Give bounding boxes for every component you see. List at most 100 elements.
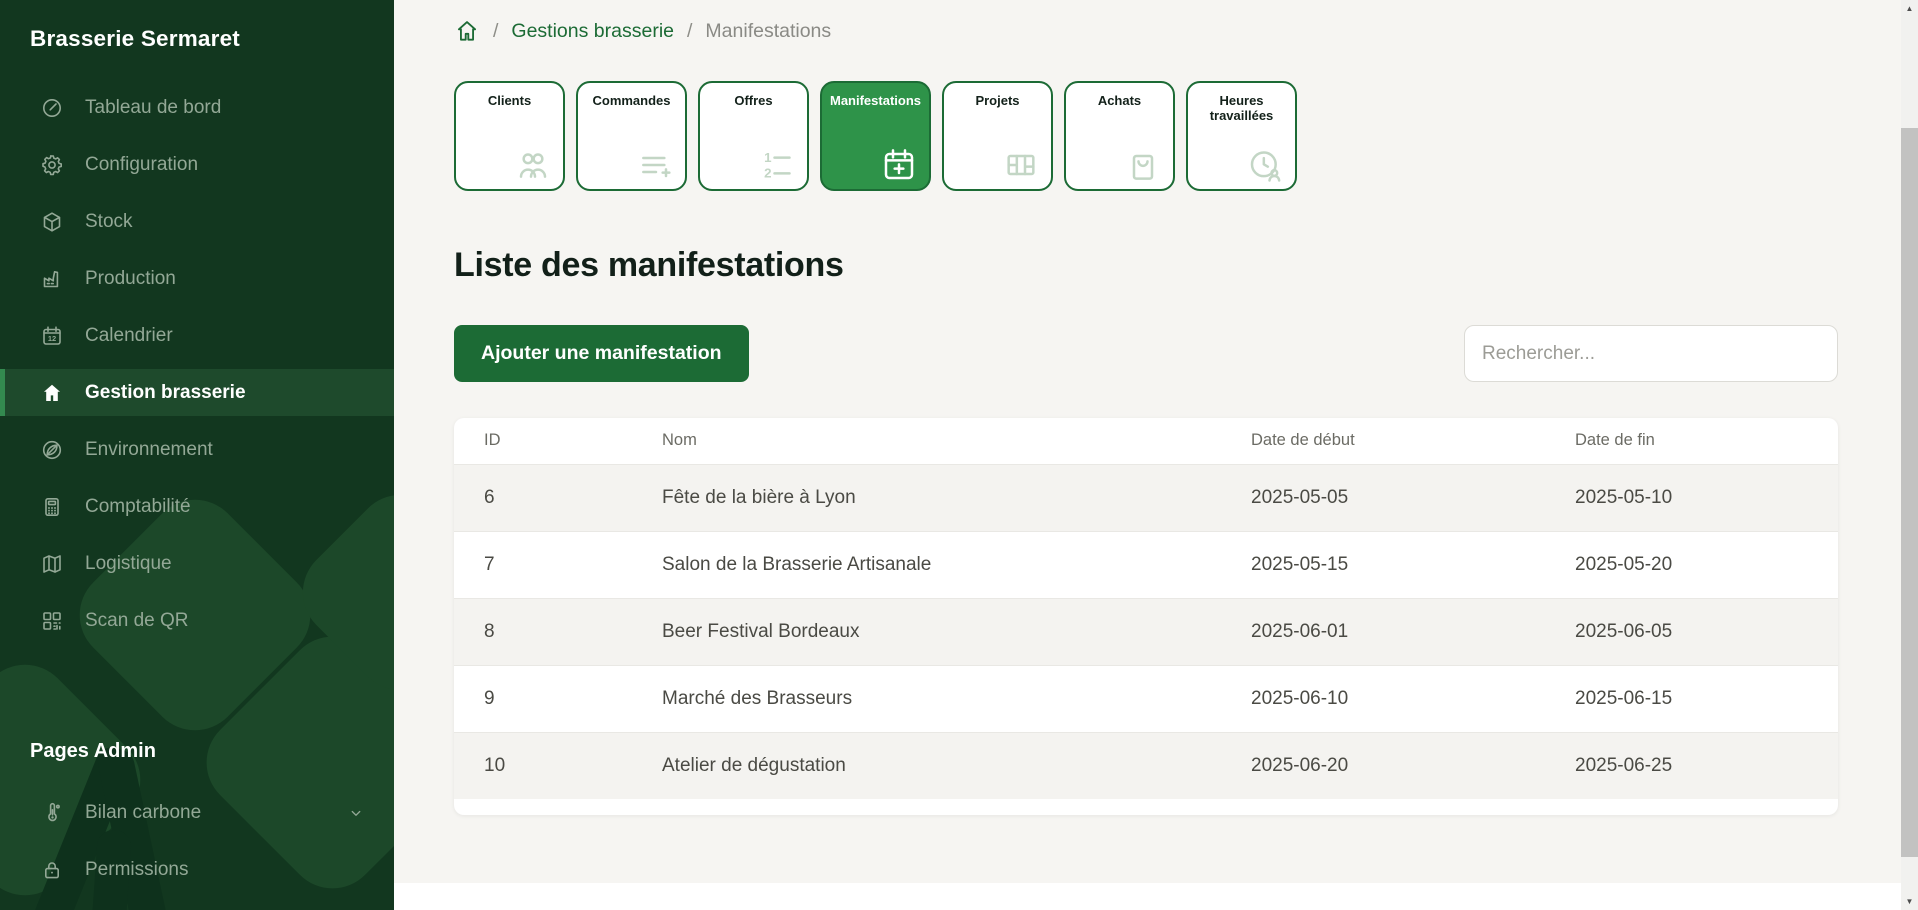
sidebar-item-label: Calendrier — [85, 325, 173, 347]
tab-projets[interactable]: Projets — [942, 81, 1053, 191]
sidebar-item-scan-de-qr[interactable]: Scan de QR — [0, 597, 394, 644]
table-row[interactable]: 7Salon de la Brasserie Artisanale2025-05… — [454, 531, 1838, 598]
calculator-icon — [40, 495, 64, 519]
home-icon — [40, 381, 64, 405]
tab-label: Commandes — [578, 94, 685, 109]
qr-icon — [40, 609, 64, 633]
search-input[interactable] — [1464, 325, 1838, 382]
sidebar: Brasserie Sermaret Tableau de bordConfig… — [0, 0, 394, 910]
scrollbar-down-icon[interactable]: ▼ — [1901, 893, 1918, 910]
sidebar-item-stock[interactable]: Stock — [0, 198, 394, 245]
sidebar-item-bilan-carbone[interactable]: Bilan carbone — [0, 789, 394, 836]
sidebar-item-configuration[interactable]: Configuration — [0, 141, 394, 188]
breadcrumb-separator: / — [687, 20, 692, 43]
table-row[interactable]: 8Beer Festival Bordeaux2025-06-012025-06… — [454, 598, 1838, 665]
sidebar-item-production[interactable]: Production — [0, 255, 394, 302]
start-date-cell: 2025-06-01 — [1221, 598, 1545, 665]
page-title: Liste des manifestations — [454, 246, 844, 285]
tab-offres[interactable]: Offres 12 — [698, 81, 809, 191]
sidebar-item-label: Permissions — [85, 859, 188, 881]
table-row[interactable]: 6Fête de la bière à Lyon2025-05-052025-0… — [454, 464, 1838, 531]
sidebar-item-tableau-de-bord[interactable]: Tableau de bord — [0, 84, 394, 131]
home-icon[interactable] — [454, 18, 480, 44]
column-header-id: ID — [454, 418, 632, 464]
name-cell: Fête de la bière à Lyon — [632, 464, 1221, 531]
bag-icon — [1123, 145, 1163, 185]
sidebar-item-comptabilite[interactable]: Comptabilité — [0, 483, 394, 530]
name-cell: Salon de la Brasserie Artisanale — [632, 531, 1221, 598]
svg-text:1: 1 — [764, 150, 772, 165]
svg-text:2: 2 — [764, 166, 771, 181]
sidebar-nav: Tableau de bord Configuration Stock Product… — [0, 84, 394, 644]
sidebar-item-label: Environnement — [85, 439, 213, 461]
map-icon — [40, 552, 64, 576]
leaf-icon — [40, 438, 64, 462]
list-plus-icon — [635, 145, 675, 185]
tab-label: Offres — [700, 94, 807, 109]
tab-achats[interactable]: Achats — [1064, 81, 1175, 191]
gauge-icon — [40, 96, 64, 120]
sidebar-admin-nav: Bilan carbone Permissions — [0, 789, 394, 893]
start-date-cell: 2025-05-15 — [1221, 531, 1545, 598]
start-date-cell: 2025-06-10 — [1221, 665, 1545, 732]
table-header-row: IDNomDate de débutDate de fin — [454, 418, 1838, 464]
name-cell: Marché des Brasseurs — [632, 665, 1221, 732]
sidebar-item-calendrier[interactable]: 12 Calendrier — [0, 312, 394, 359]
kanban-icon — [1001, 145, 1041, 185]
breadcrumb-separator: / — [493, 20, 498, 43]
sidebar-item-label: Stock — [85, 211, 133, 233]
table-row[interactable]: 10Atelier de dégustation2025-06-202025-0… — [454, 732, 1838, 799]
sidebar-item-label: Configuration — [85, 154, 198, 176]
scrollbar-thumb[interactable] — [1901, 128, 1918, 857]
id-cell: 9 — [454, 665, 632, 732]
sidebar-item-logistique[interactable]: Logistique — [0, 540, 394, 587]
sidebar-item-gestion-brasserie[interactable]: Gestion brasserie — [0, 369, 394, 416]
lock-icon — [40, 858, 64, 882]
tab-heures-travaillees[interactable]: Heures travaillées — [1186, 81, 1297, 191]
sidebar-item-label: Scan de QR — [85, 610, 189, 632]
sidebar-item-label: Tableau de bord — [85, 97, 221, 119]
sidebar-item-label: Logistique — [85, 553, 172, 575]
sidebar-item-label: Production — [85, 268, 176, 290]
start-date-cell: 2025-05-05 — [1221, 464, 1545, 531]
table-body: 6Fête de la bière à Lyon2025-05-052025-0… — [454, 464, 1838, 799]
tab-clients[interactable]: Clients — [454, 81, 565, 191]
sidebar-item-environnement[interactable]: Environnement — [0, 426, 394, 473]
column-header-date-de-fin: Date de fin — [1545, 418, 1838, 464]
end-date-cell: 2025-06-15 — [1545, 665, 1838, 732]
tab-commandes[interactable]: Commandes — [576, 81, 687, 191]
svg-text:12: 12 — [48, 334, 56, 343]
gear-icon — [40, 153, 64, 177]
box-icon — [40, 210, 64, 234]
id-cell: 8 — [454, 598, 632, 665]
name-cell: Atelier de dégustation — [632, 732, 1221, 799]
end-date-cell: 2025-05-20 — [1545, 531, 1838, 598]
calendar-icon: 12 — [40, 324, 64, 348]
admin-section-header: Pages Admin — [0, 740, 394, 763]
id-cell: 10 — [454, 732, 632, 799]
chevron-down-icon[interactable] — [344, 804, 368, 822]
ordered-list-icon: 12 — [757, 145, 797, 185]
users-icon — [513, 145, 553, 185]
add-manifestation-button[interactable]: Ajouter une manifestation — [454, 325, 749, 382]
sidebar-item-label: Comptabilité — [85, 496, 191, 518]
scrollbar-up-icon[interactable]: ▲ — [1901, 0, 1918, 17]
breadcrumb: / Gestions brasserie / Manifestations — [454, 16, 831, 46]
end-date-cell: 2025-06-25 — [1545, 732, 1838, 799]
sidebar-item-permissions[interactable]: Permissions — [0, 846, 394, 893]
tab-label: Projets — [944, 94, 1051, 109]
end-date-cell: 2025-05-10 — [1545, 464, 1838, 531]
name-cell: Beer Festival Bordeaux — [632, 598, 1221, 665]
column-header-date-de-debut: Date de début — [1221, 418, 1545, 464]
column-header-nom: Nom — [632, 418, 1221, 464]
start-date-cell: 2025-06-20 — [1221, 732, 1545, 799]
id-cell: 6 — [454, 464, 632, 531]
sidebar-item-label: Gestion brasserie — [85, 382, 246, 404]
breadcrumb-link-gestions-brasserie[interactable]: Gestions brasserie — [511, 20, 674, 43]
vertical-scrollbar[interactable]: ▲ ▼ — [1901, 0, 1918, 910]
breadcrumb-current: Manifestations — [705, 20, 831, 43]
tab-label: Clients — [456, 94, 563, 109]
table-row[interactable]: 9Marché des Brasseurs2025-06-102025-06-1… — [454, 665, 1838, 732]
thermometer-icon — [40, 801, 64, 825]
tab-manifestations[interactable]: Manifestations — [820, 81, 931, 191]
